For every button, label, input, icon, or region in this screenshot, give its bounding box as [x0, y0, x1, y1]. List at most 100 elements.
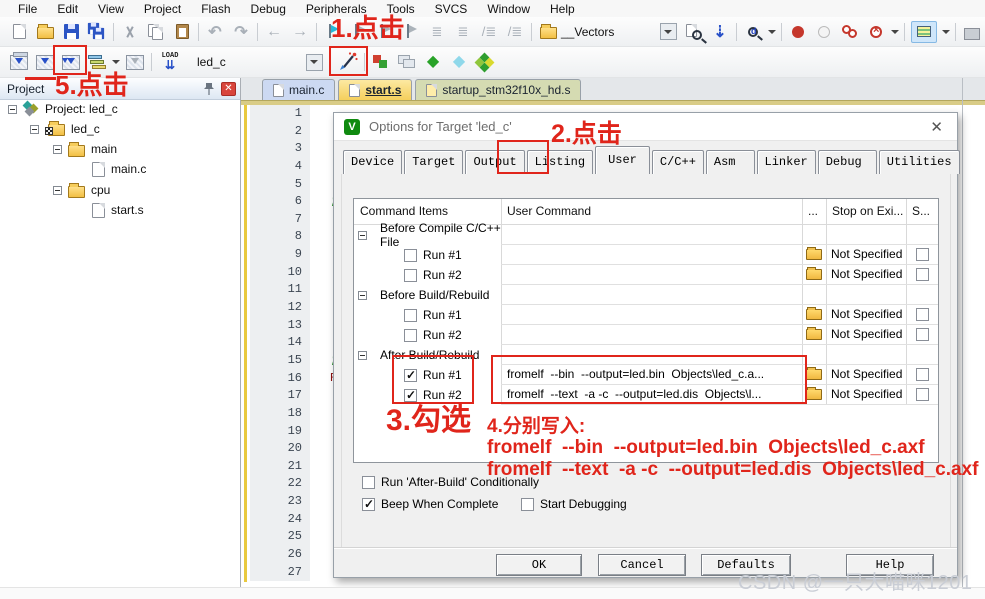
user-command-cell[interactable]: fromelf --text -a -c --output=led.dis Ob…: [501, 385, 802, 404]
find-next-icon[interactable]: ⇣: [707, 20, 733, 44]
menu-file[interactable]: File: [8, 2, 47, 16]
navigate-forward-icon[interactable]: →: [287, 20, 313, 44]
unindent-icon[interactable]: ≣: [450, 20, 476, 44]
find-in-files-icon[interactable]: [681, 20, 707, 44]
stop-on-exit-cell[interactable]: Not Specified: [826, 245, 906, 264]
editor-scrollbar[interactable]: [962, 78, 963, 587]
copy-icon[interactable]: [143, 20, 169, 44]
spawn-checkbox[interactable]: [916, 388, 929, 401]
manage-rte-icon[interactable]: [368, 50, 394, 74]
open-file-icon[interactable]: [32, 20, 58, 44]
insert-bookmark-icon[interactable]: [320, 20, 346, 44]
spawn-checkbox[interactable]: [916, 268, 929, 281]
find-dropdown-icon[interactable]: [766, 20, 778, 44]
browse-folder-icon[interactable]: [806, 309, 822, 320]
window-layout-icon[interactable]: [908, 20, 940, 44]
browse-folder-icon[interactable]: [806, 389, 822, 400]
collapse-icon[interactable]: [358, 291, 367, 300]
close-panel-icon[interactable]: ✕: [221, 82, 236, 96]
save-icon[interactable]: [58, 20, 84, 44]
window-layout-dropdown-icon[interactable]: [940, 20, 952, 44]
disable-all-breakpoints-icon[interactable]: [837, 20, 863, 44]
printer-icon[interactable]: [959, 20, 985, 44]
tab-output[interactable]: Output: [465, 150, 524, 174]
prev-bookmark-icon[interactable]: [346, 20, 372, 44]
tab-utilities[interactable]: Utilities: [879, 150, 960, 174]
tree-item-project-root[interactable]: Project: led_c: [8, 100, 118, 118]
vectors-combo-dropdown[interactable]: [655, 20, 681, 44]
menu-project[interactable]: Project: [134, 2, 191, 16]
spawn-checkbox[interactable]: [916, 308, 929, 321]
download-flash-icon[interactable]: LOAD⇊: [155, 50, 185, 74]
checkbox[interactable]: [362, 476, 375, 489]
tree-item-group-main[interactable]: main: [53, 140, 117, 158]
cut-icon[interactable]: [117, 20, 143, 44]
dialog-title-bar[interactable]: V Options for Target 'led_c' ✕: [334, 113, 957, 141]
collapse-icon[interactable]: [358, 231, 367, 240]
tab-user[interactable]: User: [595, 146, 650, 174]
collapse-icon[interactable]: [8, 105, 17, 114]
tab-asm[interactable]: Asm: [706, 150, 755, 174]
browse-folder-icon[interactable]: [806, 369, 822, 380]
option-beep-when-complete[interactable]: Beep When Complete: [362, 497, 498, 511]
clear-bookmarks-icon[interactable]: [398, 20, 424, 44]
undo-icon[interactable]: ↶: [202, 20, 228, 44]
run-checkbox[interactable]: [404, 369, 417, 382]
function-navigate-icon[interactable]: ◆: [420, 50, 446, 74]
menu-view[interactable]: View: [88, 2, 134, 16]
run-checkbox[interactable]: [404, 389, 417, 402]
menu-tools[interactable]: Tools: [377, 2, 425, 16]
spawn-checkbox[interactable]: [916, 368, 929, 381]
tab-target[interactable]: Target: [404, 150, 463, 174]
new-file-icon[interactable]: [6, 20, 32, 44]
cancel-button[interactable]: Cancel: [598, 554, 686, 576]
tree-item-file-main-c[interactable]: main.c: [92, 160, 146, 178]
menu-svcs[interactable]: SVCS: [425, 2, 478, 16]
collapse-icon[interactable]: [358, 351, 367, 360]
stop-on-exit-cell[interactable]: Not Specified: [826, 385, 906, 404]
tree-item-group-cpu[interactable]: cpu: [53, 181, 110, 199]
help-button[interactable]: Help: [846, 554, 934, 576]
kill-all-breakpoints-icon[interactable]: [863, 20, 889, 44]
breakpoint-icon[interactable]: [785, 20, 811, 44]
stop-on-exit-cell[interactable]: Not Specified: [826, 365, 906, 384]
user-command-cell[interactable]: [501, 305, 802, 324]
ok-button[interactable]: OK: [496, 554, 582, 576]
configure-folder-icon[interactable]: [535, 20, 561, 44]
save-all-icon[interactable]: [84, 20, 110, 44]
menu-flash[interactable]: Flash: [191, 2, 240, 16]
rebuild-all-icon[interactable]: [58, 50, 84, 74]
user-command-cell[interactable]: [501, 245, 802, 264]
pin-icon[interactable]: [203, 82, 215, 96]
tab-main-c[interactable]: main.c: [262, 79, 335, 100]
menu-peripherals[interactable]: Peripherals: [296, 2, 377, 16]
tab-debug[interactable]: Debug: [818, 150, 877, 174]
run-checkbox[interactable]: [404, 249, 417, 262]
paste-icon[interactable]: [169, 20, 195, 44]
run-checkbox[interactable]: [404, 329, 417, 342]
disable-breakpoint-icon[interactable]: [811, 20, 837, 44]
file-extensions-icon[interactable]: ◆: [446, 50, 472, 74]
batch-build-icon[interactable]: [84, 50, 110, 74]
redo-icon[interactable]: ↷: [228, 20, 254, 44]
options-for-target-icon[interactable]: [335, 50, 361, 74]
comment-icon[interactable]: /≣: [476, 20, 502, 44]
next-bookmark-icon[interactable]: [372, 20, 398, 44]
build-icon[interactable]: [32, 50, 58, 74]
browse-folder-icon[interactable]: [806, 249, 822, 260]
menu-edit[interactable]: Edit: [47, 2, 88, 16]
collapse-icon[interactable]: [30, 125, 39, 134]
dialog-close-icon[interactable]: ✕: [926, 118, 947, 136]
tree-item-target[interactable]: led_c: [30, 120, 100, 138]
defaults-button[interactable]: Defaults: [701, 554, 791, 576]
run-checkbox[interactable]: [404, 269, 417, 282]
menu-help[interactable]: Help: [540, 2, 585, 16]
navigate-back-icon[interactable]: ←: [261, 20, 287, 44]
vectors-combo-value[interactable]: __Vectors: [561, 25, 637, 39]
batch-build-dropdown-icon[interactable]: [110, 50, 122, 74]
tab-startup-stm32[interactable]: startup_stm32f10x_hd.s: [415, 79, 581, 100]
collapse-icon[interactable]: [53, 186, 62, 195]
stop-on-exit-cell[interactable]: Not Specified: [826, 325, 906, 344]
collapse-icon[interactable]: [53, 145, 62, 154]
tab-linker[interactable]: Linker: [757, 150, 816, 174]
